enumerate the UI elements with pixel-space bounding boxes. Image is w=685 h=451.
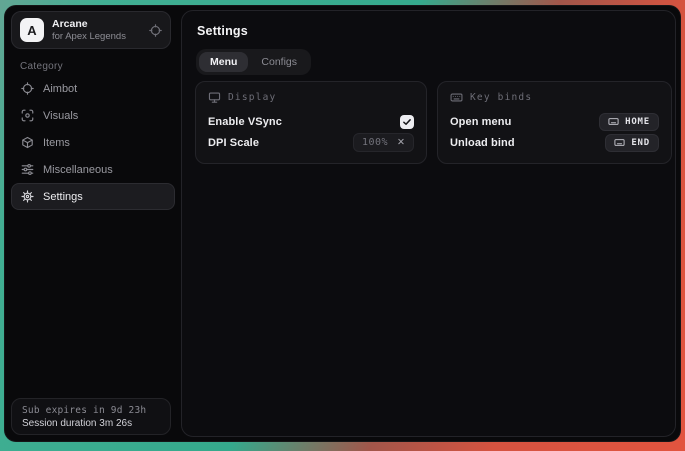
tab-configs[interactable]: Configs [250, 52, 308, 72]
sidebar-item-label: Aimbot [43, 83, 77, 95]
dpi-scale-input[interactable]: 100% ✕ [353, 133, 414, 152]
category-label: Category [20, 61, 63, 72]
display-card-title: Display [228, 92, 276, 103]
keyboard-icon [450, 91, 463, 104]
open-menu-label: Open menu [450, 116, 511, 128]
vsync-label: Enable VSync [208, 116, 282, 128]
open-menu-row: Open menu HOME [450, 111, 659, 132]
sidebar-item-label: Items [43, 137, 70, 149]
vsync-row: Enable VSync [208, 111, 414, 132]
sidebar-item-items[interactable]: Items [11, 129, 175, 156]
settings-tabs: Menu Configs [196, 49, 311, 75]
monitor-icon [208, 91, 221, 104]
session-duration-text: Session duration 3m 26s [22, 418, 160, 429]
crosshair-icon [21, 82, 34, 95]
sliders-icon [21, 163, 34, 176]
sidebar-item-aimbot[interactable]: Aimbot [11, 75, 175, 102]
sidebar-item-visuals[interactable]: Visuals [11, 102, 175, 129]
sidebar-item-label: Miscellaneous [43, 164, 113, 176]
dpi-label: DPI Scale [208, 137, 259, 149]
target-icon [149, 24, 162, 37]
keyboard-icon [608, 116, 619, 127]
category-nav: Aimbot Visuals Items [11, 75, 175, 210]
sub-expires-text: Sub expires in 9d 23h [22, 405, 160, 416]
sidebar-item-label: Settings [43, 191, 83, 203]
unload-bind-row: Unload bind END [450, 132, 659, 153]
open-menu-key: HOME [625, 117, 650, 127]
sidebar: A Arcane for Apex Legends Category Aimbo… [5, 6, 181, 441]
open-menu-keybind-button[interactable]: HOME [599, 113, 659, 131]
app-subtitle: for Apex Legends [52, 31, 149, 43]
clear-icon[interactable]: ✕ [397, 138, 405, 148]
app-window: A Arcane for Apex Legends Category Aimbo… [4, 5, 681, 442]
vsync-checkbox[interactable] [400, 115, 414, 129]
main-panel: Settings Menu Configs Display Enable VSy… [181, 10, 676, 437]
app-title: Arcane [52, 18, 149, 31]
sidebar-item-label: Visuals [43, 110, 78, 122]
scan-eye-icon [21, 109, 34, 122]
display-card: Display Enable VSync DPI Scale 100% ✕ [195, 81, 427, 164]
sidebar-item-settings[interactable]: Settings [11, 183, 175, 210]
gear-icon [21, 190, 34, 203]
unload-bind-key: END [631, 138, 650, 148]
app-logo: A [20, 18, 44, 42]
package-icon [21, 136, 34, 149]
sidebar-item-miscellaneous[interactable]: Miscellaneous [11, 156, 175, 183]
dpi-scale-value: 100% [362, 137, 388, 148]
subscription-info-card: Sub expires in 9d 23h Session duration 3… [11, 398, 171, 435]
unload-bind-keybind-button[interactable]: END [605, 134, 659, 152]
keybinds-card: Key binds Open menu HOME Unload bin [437, 81, 672, 164]
check-icon [402, 117, 412, 127]
keyboard-icon [614, 137, 625, 148]
tab-menu[interactable]: Menu [199, 52, 248, 72]
brand-card: A Arcane for Apex Legends [11, 11, 171, 49]
keybinds-card-title: Key binds [470, 92, 532, 103]
unload-bind-label: Unload bind [450, 137, 515, 149]
dpi-row: DPI Scale 100% ✕ [208, 132, 414, 153]
settings-cards: Display Enable VSync DPI Scale 100% ✕ [195, 81, 672, 164]
page-title: Settings [197, 24, 248, 38]
